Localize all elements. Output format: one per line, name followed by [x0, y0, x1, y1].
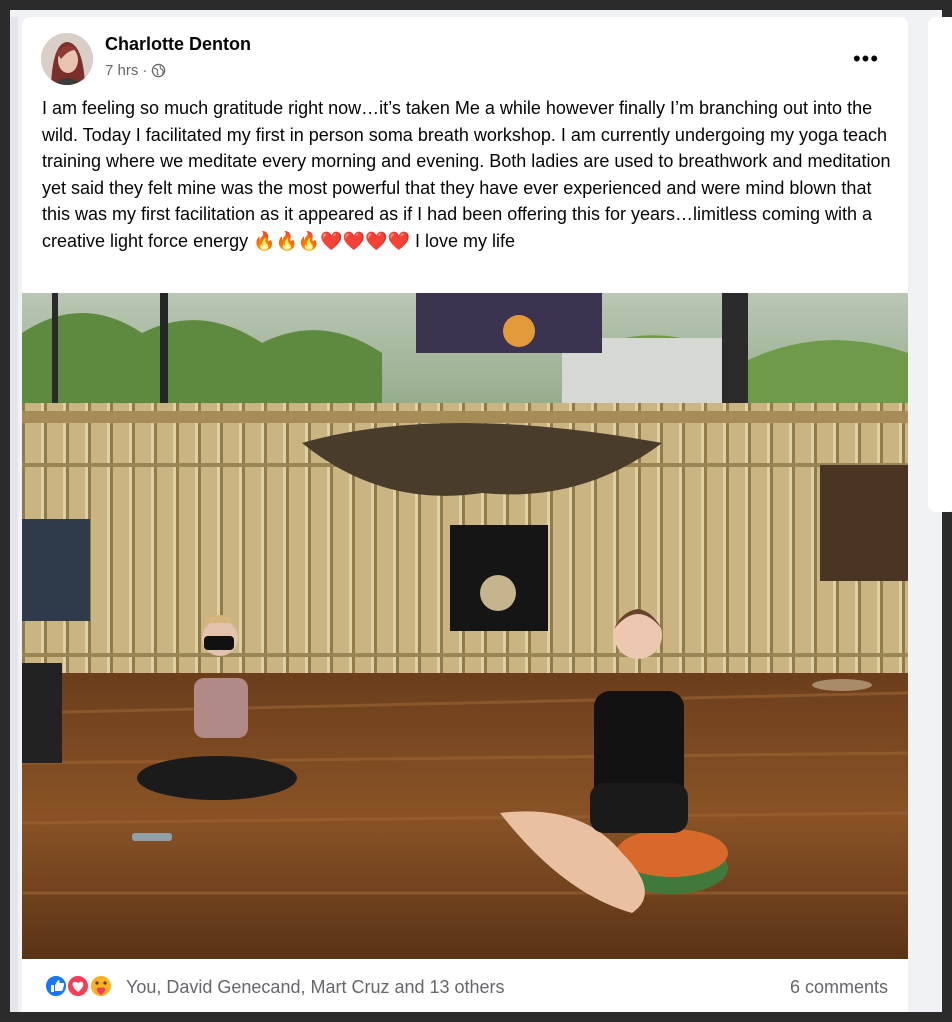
- post-photo[interactable]: [22, 293, 908, 959]
- comments-count[interactable]: 6 comments: [790, 977, 888, 998]
- post-meta: 7 hrs ·: [105, 62, 166, 79]
- post-text: I am feeling so much gratitude right now…: [42, 98, 891, 251]
- reaction-icons[interactable]: [44, 973, 116, 999]
- meta-separator: ·: [142, 62, 148, 79]
- right-side-card: [928, 17, 952, 512]
- feed-post: Charlotte Denton 7 hrs · ••• I am feelin…: [22, 17, 908, 1012]
- post-footer: You, David Genecand, Mart Cruz and 13 ot…: [22, 959, 908, 1012]
- love-icon: [66, 974, 90, 998]
- globe-icon[interactable]: [151, 63, 166, 78]
- reactions-summary[interactable]: You, David Genecand, Mart Cruz and 13 ot…: [126, 977, 505, 998]
- like-icon: [44, 974, 68, 998]
- left-column-edge: [10, 17, 18, 1012]
- avatar[interactable]: [41, 33, 93, 85]
- more-options-button[interactable]: •••: [848, 41, 884, 77]
- author-name[interactable]: Charlotte Denton: [105, 34, 251, 55]
- avatar-image: [41, 33, 93, 85]
- care-icon: [89, 974, 113, 998]
- post-time[interactable]: 7 hrs: [105, 62, 138, 79]
